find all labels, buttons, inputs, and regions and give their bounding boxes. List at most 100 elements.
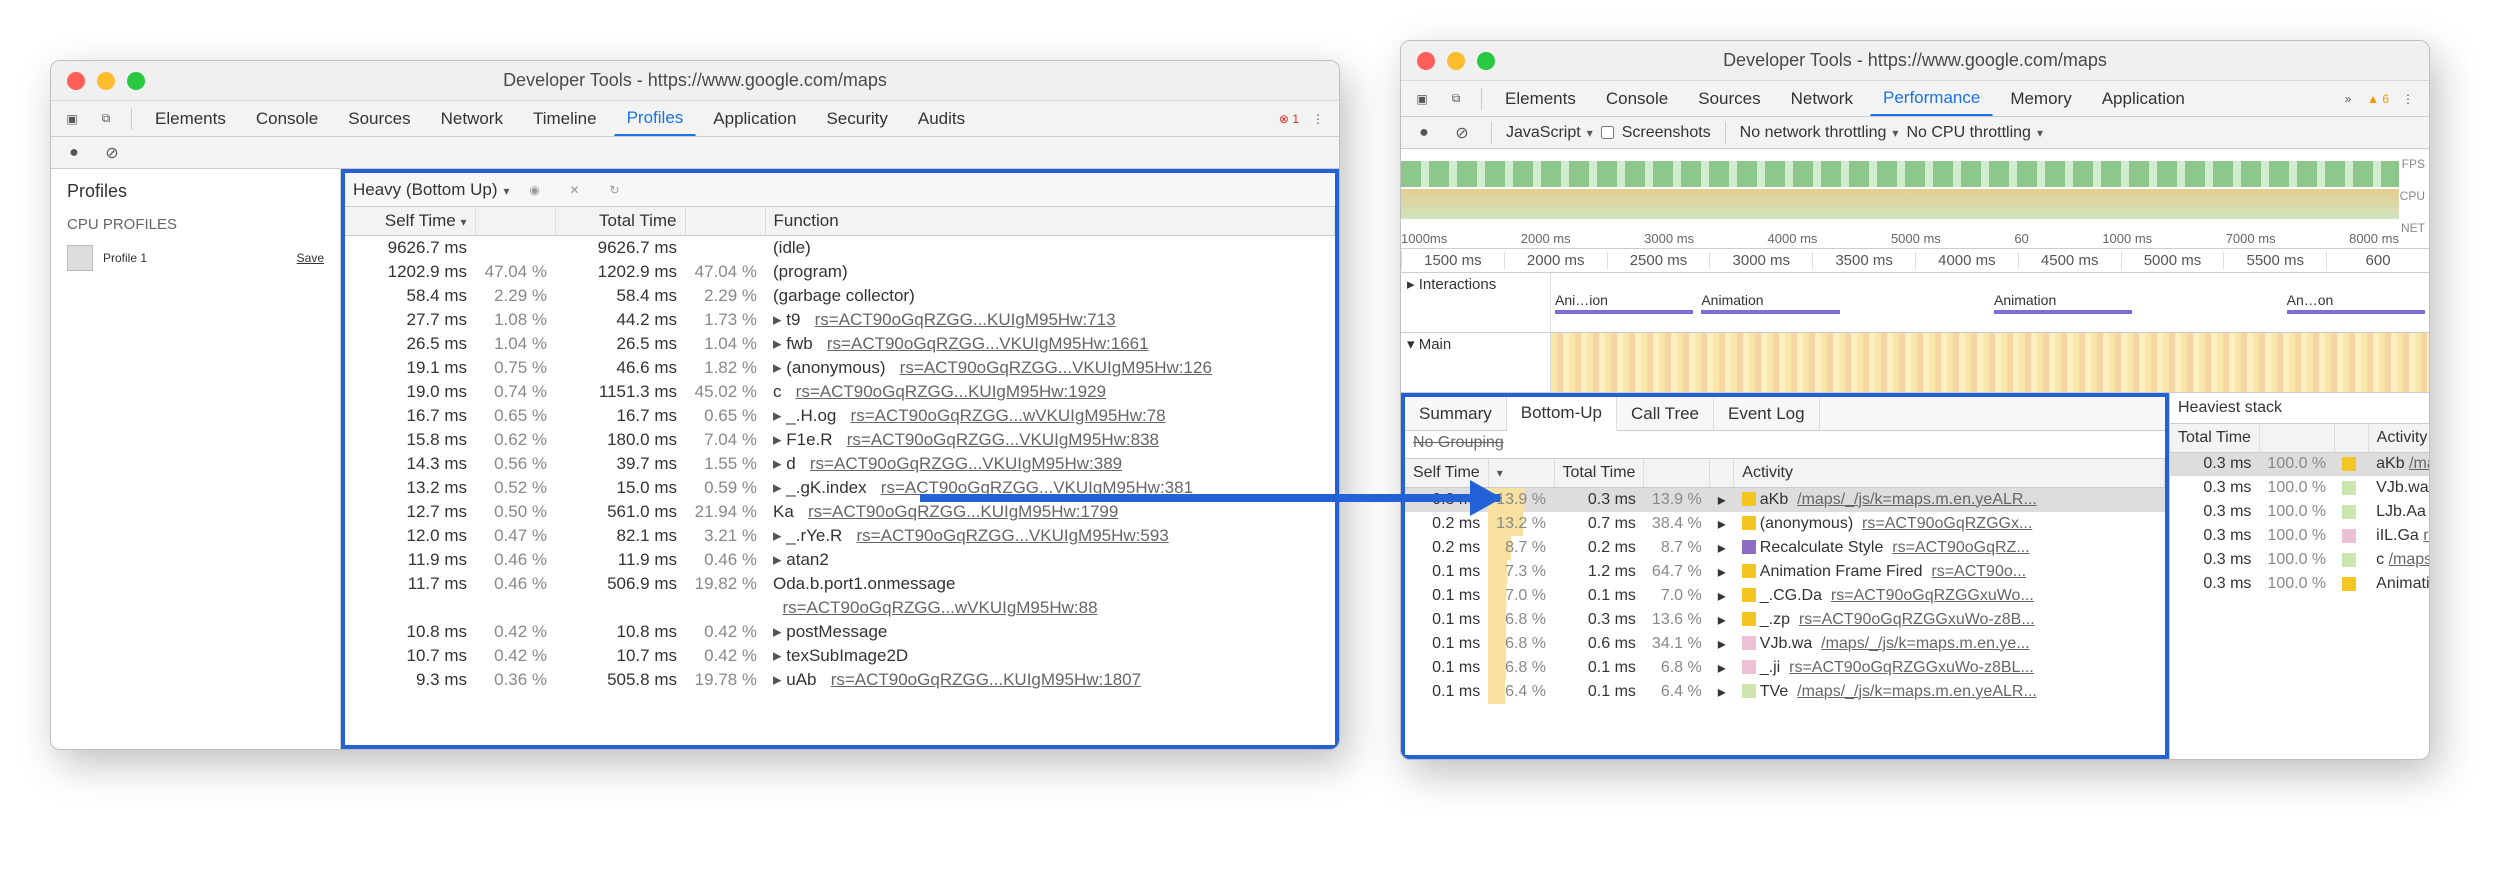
table-row[interactable]: 0.1 ms7.0 %0.1 ms7.0 %▸_.CG.Da rs=ACT90o… (1405, 584, 2165, 608)
tab-bottom-up[interactable]: Bottom-Up (1507, 397, 1617, 431)
source-link[interactable]: rs=ACT90oGqRZGGxuWo-z8B... (1799, 611, 2035, 628)
tab-application[interactable]: Application (2089, 81, 2198, 116)
source-link[interactable]: /maps/_/js/k=maps.m.en.yeALR... (1797, 491, 2037, 508)
table-row[interactable]: 27.7 ms1.08 %44.2 ms1.73 %t9 rs=ACT90oGq… (345, 308, 1335, 332)
table-row[interactable]: 9.3 ms0.36 %505.8 ms19.78 %uAb rs=ACT90o… (345, 668, 1335, 692)
table-row[interactable]: 0.3 ms100.0 %VJb.wa /... (2170, 476, 2429, 500)
record-icon[interactable]: ● (1409, 118, 1439, 148)
col-function[interactable]: Function (765, 207, 1335, 235)
table-row[interactable]: 0.3 ms100.0 %c /maps... (2170, 548, 2429, 572)
table-row[interactable]: rs=ACT90oGqRZGG...wVKUIgM95Hw:88 (345, 596, 1335, 620)
zoom-icon[interactable] (127, 72, 145, 90)
close-icon[interactable] (1417, 52, 1435, 70)
table-row[interactable]: 11.9 ms0.46 %11.9 ms0.46 %atan2 (345, 548, 1335, 572)
tab-console[interactable]: Console (243, 101, 331, 136)
col-color[interactable] (2334, 424, 2368, 452)
tab-call-tree[interactable]: Call Tree (1617, 397, 1714, 430)
table-row[interactable]: 12.7 ms0.50 %561.0 ms21.94 %Ka rs=ACT90o… (345, 500, 1335, 524)
table-row[interactable]: 0.2 ms8.7 %0.2 ms8.7 %▸Recalculate Style… (1405, 536, 2165, 560)
table-row[interactable]: 11.7 ms0.46 %506.9 ms19.82 %Oda.b.port1.… (345, 572, 1335, 596)
close-icon[interactable]: ✕ (560, 175, 590, 205)
table-row[interactable]: 0.3 ms13.9 %0.3 ms13.9 %▸aKb /maps/_/js/… (1405, 487, 2165, 512)
table-row[interactable]: 0.1 ms6.8 %0.6 ms34.1 %▸VJb.wa /maps/_/j… (1405, 632, 2165, 656)
tab-summary[interactable]: Summary (1405, 397, 1507, 430)
view-mode-select[interactable]: Heavy (Bottom Up) (353, 180, 510, 200)
source-link[interactable]: rs=ACT90oGqRZGG...wVKUIgM95Hw:88 (782, 598, 1097, 617)
source-link[interactable]: rs=ACT90oGqRZGG...VKUIgM95Hw:389 (810, 454, 1122, 473)
col-expand[interactable] (1710, 459, 1734, 487)
source-link[interactable]: rs=ACT90oGqRZ... (1892, 539, 2029, 556)
source-link[interactable]: rs=ACT90oGqRZGG...VKUIgM95Hw:593 (857, 526, 1169, 545)
table-row[interactable]: 10.7 ms0.42 %10.7 ms0.42 %texSubImage2D (345, 644, 1335, 668)
source-link[interactable]: rs=ACT90oGqRZGG...VKUIgM95Hw:838 (847, 430, 1159, 449)
grouping-select[interactable]: No Grouping (1405, 431, 2165, 459)
tab-elements[interactable]: Elements (1492, 81, 1589, 116)
table-row[interactable]: 0.3 ms100.0 %iIL.Ga rs=... (2170, 524, 2429, 548)
source-link[interactable]: rs=ACT90oGqRZGG...VKUIgM95Hw:1661 (827, 334, 1149, 353)
source-link[interactable]: rs=ACT90oGqRZGG...KUIgM95Hw:1799 (808, 502, 1118, 521)
source-link[interactable]: rs=ACT90oGqRZGGxuWo-z8BL... (1789, 659, 2034, 676)
tab-profiles[interactable]: Profiles (614, 101, 697, 136)
screenshots-checkbox[interactable] (1601, 126, 1614, 139)
source-link[interactable]: rs=ACT90oGqRZGG...KUIgM95Hw:1807 (831, 670, 1141, 689)
flame-chart[interactable] (1551, 333, 2429, 392)
warning-badge[interactable]: ▲ 6 (2367, 92, 2389, 106)
table-row[interactable]: 0.1 ms6.8 %0.3 ms13.6 %▸_.zp rs=ACT90oGq… (1405, 608, 2165, 632)
clear-icon[interactable]: ⊘ (97, 138, 127, 168)
tab-performance[interactable]: Performance (1870, 81, 1993, 116)
device-icon[interactable]: ⧉ (1441, 84, 1471, 114)
table-row[interactable]: 0.3 ms100.0 %aKb /ma... (2170, 452, 2429, 476)
error-badge[interactable]: ⊗ 1 (1279, 112, 1299, 126)
table-row[interactable]: 0.1 ms6.4 %0.1 ms6.4 %▸TVe /maps/_/js/k=… (1405, 680, 2165, 704)
tab-timeline[interactable]: Timeline (520, 101, 610, 136)
table-row[interactable]: 0.1 ms6.8 %0.1 ms6.8 %▸_.ji rs=ACT90oGqR… (1405, 656, 2165, 680)
cpu-throttle-select[interactable]: No CPU throttling (1906, 124, 2043, 142)
kebab-icon[interactable]: ⋮ (2393, 84, 2423, 114)
col-self-pct[interactable] (475, 207, 555, 235)
tab-security[interactable]: Security (813, 101, 900, 136)
col-activity[interactable]: Activity (1734, 459, 2165, 487)
table-row[interactable]: 26.5 ms1.04 %26.5 ms1.04 %fwb rs=ACT90oG… (345, 332, 1335, 356)
table-row[interactable]: 16.7 ms0.65 %16.7 ms0.65 %_.H.og rs=ACT9… (345, 404, 1335, 428)
table-row[interactable]: 0.2 ms13.2 %0.7 ms38.4 %▸(anonymous) rs=… (1405, 512, 2165, 536)
eye-icon[interactable]: ◉ (520, 175, 550, 205)
source-link[interactable]: rs=ACT90oGqRZGGx... (1862, 515, 2032, 532)
close-icon[interactable] (67, 72, 85, 90)
tab-event-log[interactable]: Event Log (1714, 397, 1820, 430)
inspect-icon[interactable]: ▣ (1407, 84, 1437, 114)
source-link[interactable]: /maps/_/js/k=maps.m.en.yeALR... (1797, 683, 2037, 700)
tab-application[interactable]: Application (700, 101, 809, 136)
table-row[interactable]: 1202.9 ms47.04 %1202.9 ms47.04 %(program… (345, 260, 1335, 284)
table-row[interactable]: 58.4 ms2.29 %58.4 ms2.29 %(garbage colle… (345, 284, 1335, 308)
minimize-icon[interactable] (1447, 52, 1465, 70)
perf-overview[interactable]: FPS CPU NET 1000ms2000 ms3000 ms4000 ms5… (1401, 149, 2429, 249)
table-row[interactable]: 0.3 ms100.0 %LJb.Aa /... (2170, 500, 2429, 524)
zoom-icon[interactable] (1477, 52, 1495, 70)
source-link[interactable]: rs=ACT90oGqRZGG...KUIgM95Hw:1929 (796, 382, 1106, 401)
track-label[interactable]: ▾ Main (1401, 333, 1551, 392)
col-total-pct[interactable] (685, 207, 765, 235)
source-link[interactable]: /maps... (2389, 551, 2429, 568)
source-link[interactable]: rs=ACT90oGqRZGG...wVKUIgM95Hw:78 (851, 406, 1166, 425)
refresh-icon[interactable]: ↻ (600, 175, 630, 205)
table-row[interactable]: 0.1 ms7.3 %1.2 ms64.7 %▸Animation Frame … (1405, 560, 2165, 584)
device-icon[interactable]: ⧉ (91, 104, 121, 134)
table-row[interactable]: 10.8 ms0.42 %10.8 ms0.42 %postMessage (345, 620, 1335, 644)
tab-network[interactable]: Network (1778, 81, 1866, 116)
source-link[interactable]: rs=ACT90oGqRZGG...KUIgM95Hw:713 (815, 310, 1116, 329)
table-row[interactable]: 9626.7 ms9626.7 ms(idle) (345, 235, 1335, 260)
tab-console[interactable]: Console (1593, 81, 1681, 116)
col-pct[interactable] (2259, 424, 2334, 452)
col-total-time[interactable]: Total Time (2170, 424, 2259, 452)
source-link[interactable]: /ma... (2409, 455, 2429, 472)
record-icon[interactable]: ● (59, 138, 89, 168)
table-row[interactable]: 14.3 ms0.56 %39.7 ms1.55 %d rs=ACT90oGqR… (345, 452, 1335, 476)
save-link[interactable]: Save (297, 251, 324, 265)
profile-item[interactable]: Profile 1 Save (67, 239, 324, 277)
table-row[interactable]: 12.0 ms0.47 %82.1 ms3.21 %_.rYe.R rs=ACT… (345, 524, 1335, 548)
source-link[interactable]: rs=ACT90oGqRZGG...VKUIgM95Hw:126 (900, 358, 1212, 377)
tab-elements[interactable]: Elements (142, 101, 239, 136)
kebab-icon[interactable]: ⋮ (1303, 104, 1333, 134)
tab-network[interactable]: Network (428, 101, 516, 136)
network-throttle-select[interactable]: No network throttling (1740, 124, 1899, 142)
